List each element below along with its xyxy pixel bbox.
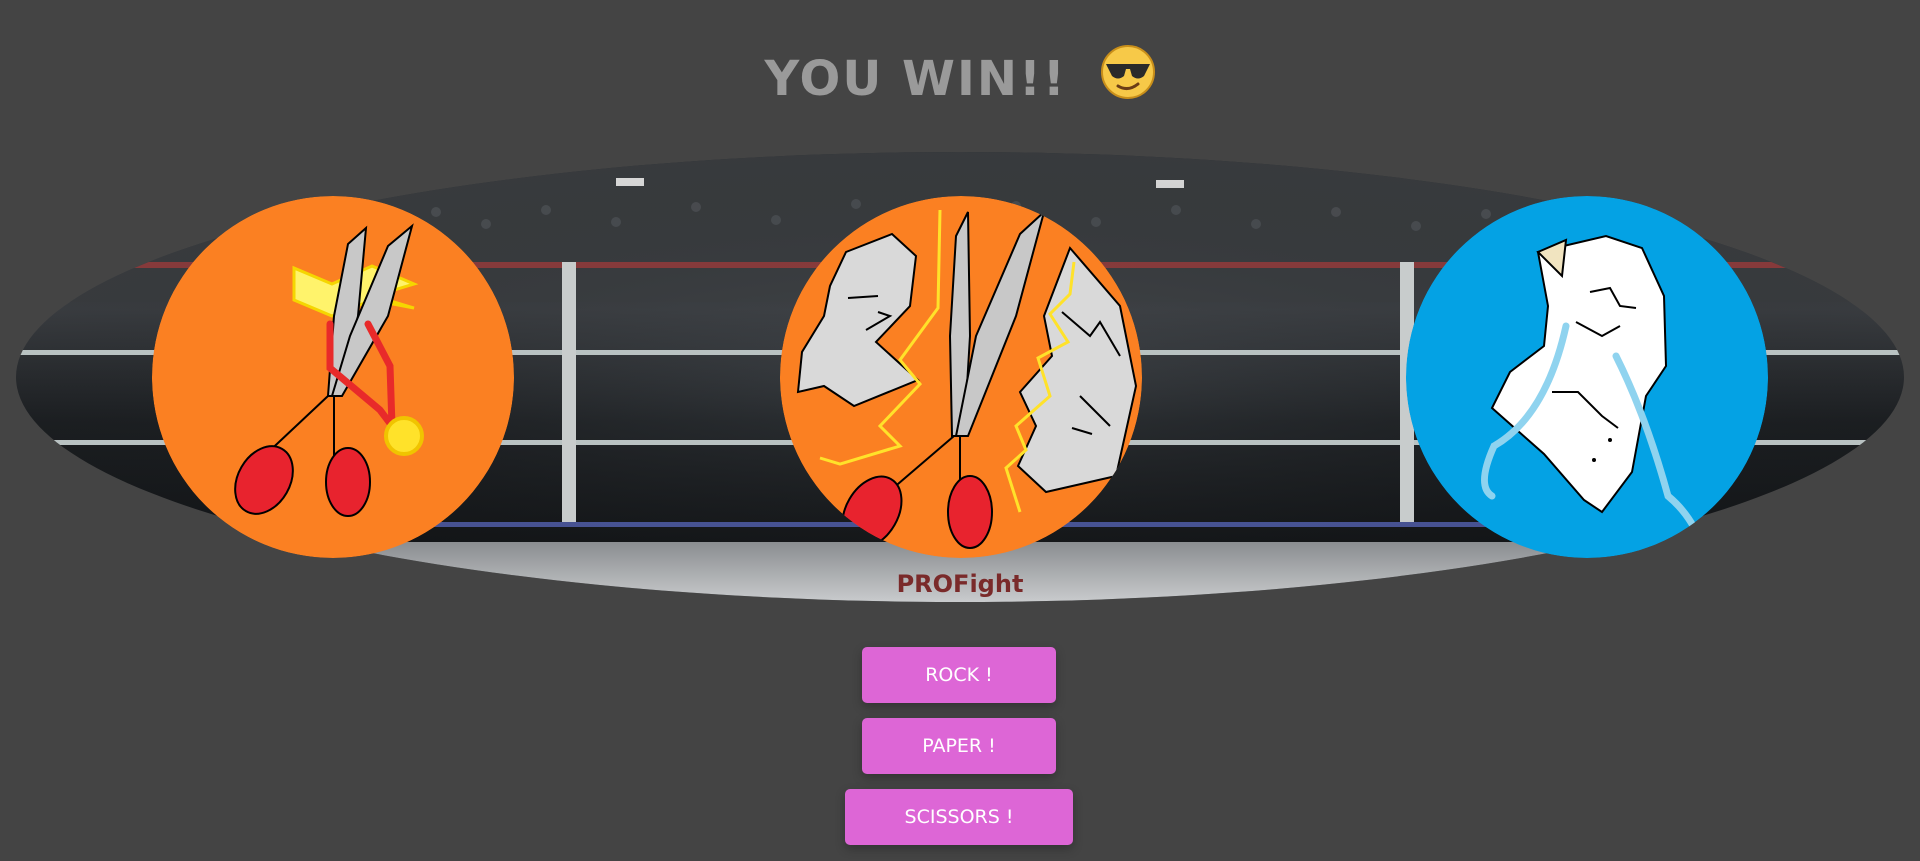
scissors-medal-icon: [152, 196, 514, 558]
result-title: YOU WIN!!: [764, 51, 1067, 107]
result-banner: YOU WIN!!: [0, 45, 1920, 116]
sunglasses-emoji-icon: [1100, 44, 1156, 112]
paper-button[interactable]: PAPER !: [862, 718, 1056, 774]
arena-banner-text: PROFight: [897, 570, 1024, 598]
player-pick: [152, 196, 514, 558]
scissors-button[interactable]: SCISSORS !: [845, 789, 1073, 845]
scissors-cut-paper-icon: [780, 196, 1142, 558]
clash-pick: [780, 196, 1142, 558]
rock-button[interactable]: ROCK !: [862, 647, 1056, 703]
crying-paper-icon: [1406, 196, 1768, 558]
opponent-pick: [1406, 196, 1768, 558]
